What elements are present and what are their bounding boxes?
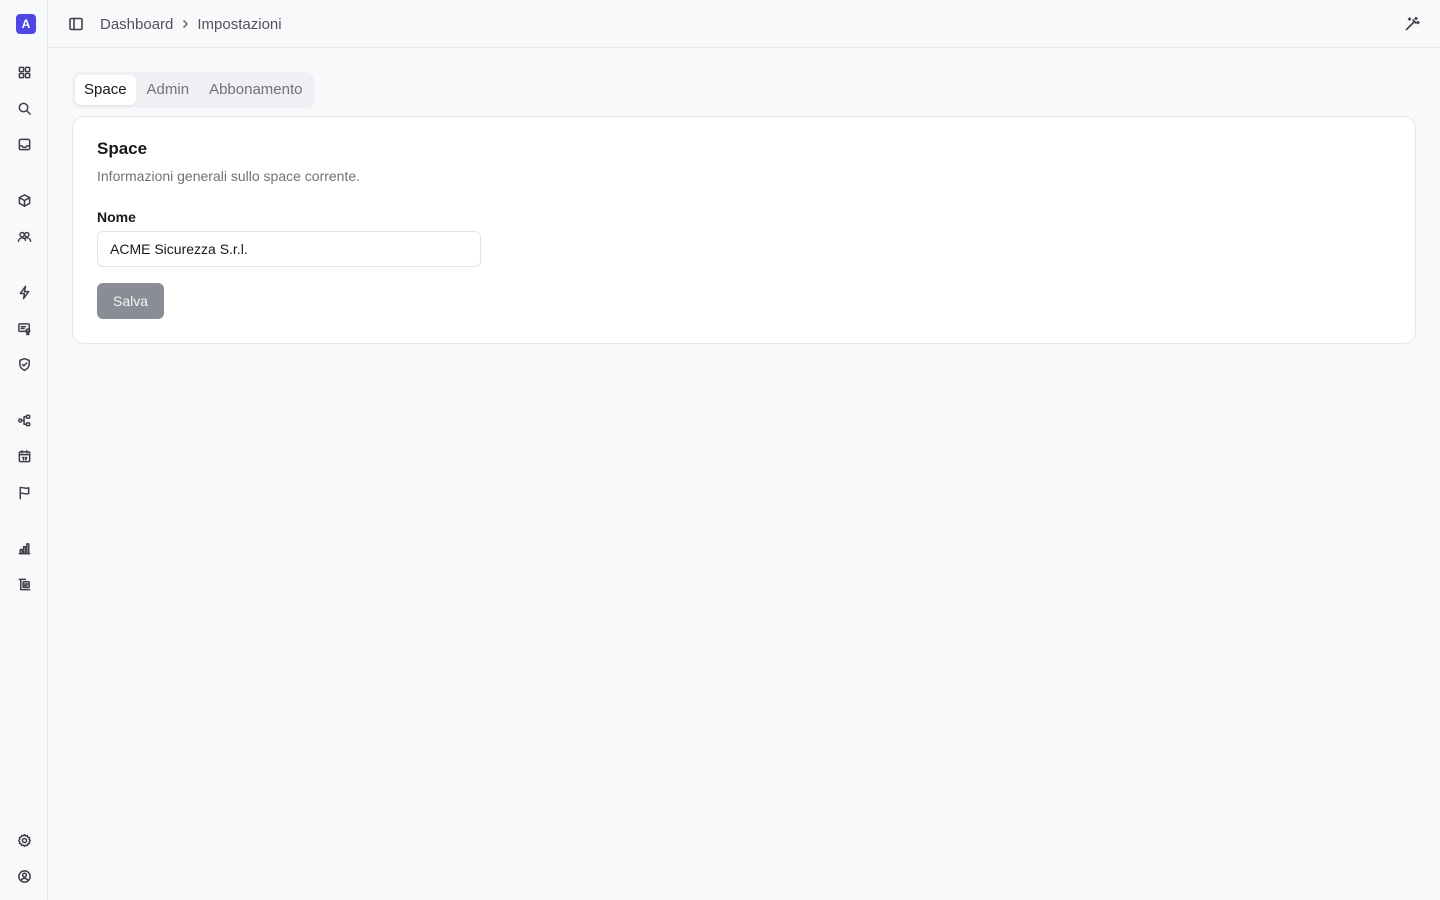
nav-settings[interactable] — [12, 828, 36, 852]
top-header: Dashboard Impostazioni — [48, 0, 1440, 48]
tab-abbonamento[interactable]: Abbonamento — [200, 75, 311, 105]
users-icon — [17, 231, 31, 242]
nav-search[interactable] — [12, 96, 36, 120]
card-title: Space — [97, 139, 148, 158]
nav-documents[interactable] — [12, 572, 36, 596]
nav-analytics[interactable] — [12, 536, 36, 560]
screen-certificate-icon — [17, 322, 30, 335]
workflow-icon — [17, 414, 30, 426]
nav-training[interactable] — [12, 316, 36, 340]
search-icon — [18, 102, 31, 115]
magic-wand-button[interactable] — [1400, 12, 1424, 36]
breadcrumb-current: Impostazioni — [197, 15, 282, 33]
bar-chart-icon — [18, 542, 30, 554]
cube-icon — [18, 193, 30, 207]
sidebar-toggle-icon — [69, 17, 83, 31]
sidebar: A — [0, 0, 48, 900]
workspace-logo[interactable]: A — [16, 14, 36, 34]
lightning-icon — [19, 285, 29, 299]
chevron-right-icon — [179, 18, 191, 30]
sidebar-toggle-button[interactable] — [64, 12, 88, 36]
name-field-label: Nome — [97, 209, 136, 225]
save-button[interactable]: Salva — [97, 283, 164, 319]
card-description: Informazioni generali sullo space corren… — [97, 168, 361, 184]
tab-space[interactable]: Space — [75, 75, 136, 105]
nav-inbox[interactable] — [12, 132, 36, 156]
space-settings-card: Space Informazioni generali sullo space … — [72, 116, 1416, 344]
nav-reports-flag[interactable] — [12, 480, 36, 504]
nav-dashboard[interactable] — [12, 60, 36, 84]
nav-automations[interactable] — [12, 280, 36, 304]
nav-compliance[interactable] — [12, 352, 36, 376]
breadcrumb-dashboard-link[interactable]: Dashboard — [100, 16, 173, 33]
nav-users[interactable] — [12, 224, 36, 248]
settings-gear-icon — [17, 833, 31, 847]
app: A Dashboard Impostazioni Space Admin Abb… — [0, 0, 1440, 900]
nav-profile[interactable] — [12, 864, 36, 888]
magic-wand-icon — [1405, 16, 1420, 31]
dashboard-grid-icon — [18, 66, 30, 78]
calendar-icon — [18, 449, 30, 462]
user-circle-icon — [17, 869, 31, 883]
flag-icon — [19, 486, 29, 499]
nav-assets[interactable] — [12, 188, 36, 212]
breadcrumb: Dashboard Impostazioni — [100, 0, 282, 48]
name-input[interactable] — [97, 231, 481, 267]
shield-check-icon — [18, 357, 30, 371]
inbox-icon — [18, 138, 30, 150]
nav-workflows[interactable] — [12, 408, 36, 432]
settings-tabs: Space Admin Abbonamento — [72, 72, 315, 108]
file-tree-icon — [18, 578, 30, 590]
tab-admin[interactable]: Admin — [138, 75, 199, 105]
nav-calendar[interactable] — [12, 444, 36, 468]
